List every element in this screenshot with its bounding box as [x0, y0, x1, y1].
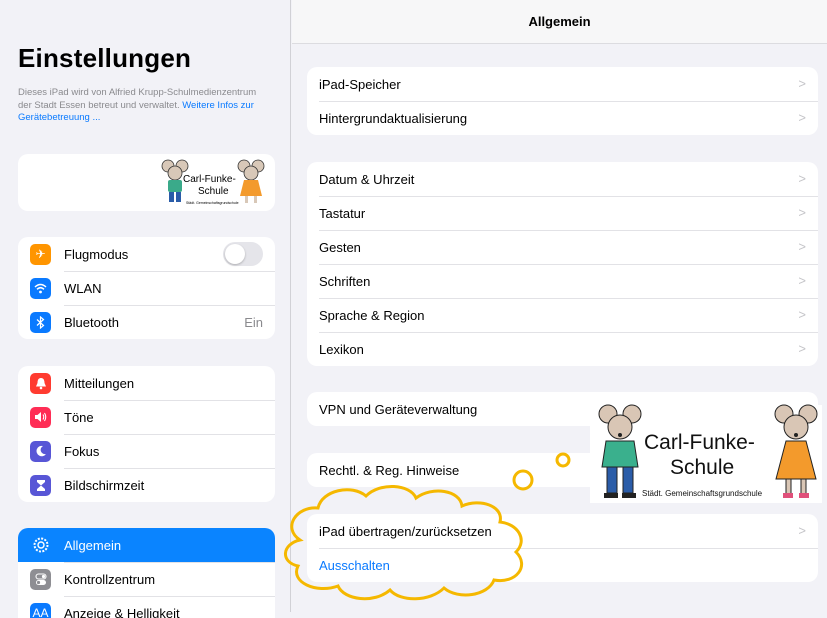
management-description: Dieses iPad wird von Alfried Krupp-Schul… — [18, 87, 268, 125]
system-group: Allgemein Kontrollzentrum AA Anzeige & H… — [18, 528, 275, 618]
airplane-icon: ✈ — [30, 244, 51, 265]
shutdown-button[interactable]: Ausschalten — [307, 548, 818, 582]
sidebar-item-label: Töne — [64, 410, 275, 425]
list-item-label: Lexikon — [319, 342, 364, 357]
sidebar: Einstellungen Dieses iPad wird von Alfri… — [0, 0, 291, 612]
shutdown-label: Ausschalten — [319, 558, 390, 573]
sidebar-item-label: Flugmodus — [64, 247, 223, 262]
sidebar-item-flugmodus[interactable]: ✈ Flugmodus — [18, 237, 275, 271]
sidebar-title: Einstellungen — [18, 43, 191, 74]
sidebar-item-label: Mitteilungen — [64, 376, 275, 391]
logo-text-line1: Carl-Funke- — [183, 174, 236, 185]
page-title: Allgemein — [292, 14, 827, 29]
switches-icon — [30, 569, 51, 590]
chevron-right-icon: > — [798, 205, 806, 220]
reset-group: iPad übertragen/zurücksetzen > Ausschalte… — [307, 514, 818, 582]
sidebar-item-label: Allgemein — [64, 538, 275, 553]
list-item-label: Schriften — [319, 274, 370, 289]
school-logo: Carl-Funke- Schule Städt. Gemeinschaftsg… — [18, 154, 275, 211]
list-item-sprache-region[interactable]: Sprache & Region > — [307, 298, 818, 332]
list-item-label: Sprache & Region — [319, 308, 425, 323]
sidebar-item-anzeige[interactable]: AA Anzeige & Helligkeit — [18, 596, 275, 618]
gear-icon — [30, 535, 51, 556]
list-item-hintergrundaktualisierung[interactable]: Hintergrundaktualisierung > — [307, 101, 818, 135]
sidebar-item-label: Bildschirmzeit — [64, 478, 275, 493]
list-item-rechtl-hinweise[interactable]: Rechtl. & Reg. Hinweise > — [307, 453, 818, 487]
chevron-right-icon: > — [798, 239, 806, 254]
sidebar-item-label: Bluetooth — [64, 315, 244, 330]
main-panel: Allgemein iPad-Speicher > Hintergrundaktu… — [292, 0, 827, 612]
school-logo-card: Carl-Funke- Schule Städt. Gemeinschaftsg… — [18, 154, 275, 211]
sidebar-item-toene[interactable]: Töne — [18, 400, 275, 434]
brightness-icon: AA — [30, 603, 51, 618]
chevron-right-icon: > — [798, 307, 806, 322]
list-item-datum-uhrzeit[interactable]: Datum & Uhrzeit > — [307, 162, 818, 196]
notifications-group: Mitteilungen Töne Fokus Bildschirmzeit — [18, 366, 275, 502]
list-item-label: VPN und Geräteverwaltung — [319, 402, 477, 417]
sidebar-item-kontrollzentrum[interactable]: Kontrollzentrum — [18, 562, 275, 596]
chevron-right-icon: > — [798, 401, 806, 416]
sidebar-item-wlan[interactable]: WLAN — [18, 271, 275, 305]
storage-group: iPad-Speicher > Hintergrundaktualisierung… — [307, 67, 818, 135]
chevron-right-icon: > — [798, 110, 806, 125]
chevron-right-icon: > — [798, 76, 806, 91]
sidebar-item-label: Fokus — [64, 444, 275, 459]
chevron-right-icon: > — [798, 273, 806, 288]
list-item-tastatur[interactable]: Tastatur > — [307, 196, 818, 230]
sidebar-item-bildschirmzeit[interactable]: Bildschirmzeit — [18, 468, 275, 502]
moon-icon — [30, 441, 51, 462]
speaker-icon — [30, 407, 51, 428]
vpn-group: VPN und Geräteverwaltung > — [307, 392, 818, 426]
bluetooth-icon — [30, 312, 51, 333]
sidebar-item-fokus[interactable]: Fokus — [18, 434, 275, 468]
sidebar-item-label: WLAN — [64, 281, 275, 296]
logo-text-line2: Schule — [198, 186, 229, 197]
list-item-lexikon[interactable]: Lexikon > — [307, 332, 818, 366]
list-item-label: Rechtl. & Reg. Hinweise — [319, 463, 459, 478]
sidebar-item-label: Kontrollzentrum — [64, 572, 275, 587]
wifi-icon — [30, 278, 51, 299]
list-item-label: iPad übertragen/zurücksetzen — [319, 524, 492, 539]
list-item-label: Gesten — [319, 240, 361, 255]
list-item-label: Tastatur — [319, 206, 365, 221]
airplane-mode-toggle[interactable] — [223, 242, 263, 266]
logo-sub-text: Städt. Gemeinschaftsgrundschule — [186, 201, 239, 205]
chevron-right-icon: > — [798, 523, 806, 538]
bluetooth-status: Ein — [244, 315, 263, 330]
locale-group: Datum & Uhrzeit > Tastatur > Gesten > Schri… — [307, 162, 818, 366]
list-item-schriften[interactable]: Schriften > — [307, 264, 818, 298]
sidebar-item-bluetooth[interactable]: Bluetooth Ein — [18, 305, 275, 339]
hourglass-icon — [30, 475, 51, 496]
legal-group: Rechtl. & Reg. Hinweise > — [307, 453, 818, 487]
chevron-right-icon: > — [798, 341, 806, 356]
list-item-label: Datum & Uhrzeit — [319, 172, 414, 187]
bell-icon — [30, 373, 51, 394]
sidebar-item-allgemein[interactable]: Allgemein — [18, 528, 275, 562]
list-item-label: Hintergrundaktualisierung — [319, 111, 467, 126]
chevron-right-icon: > — [798, 462, 806, 477]
sidebar-item-mitteilungen[interactable]: Mitteilungen — [18, 366, 275, 400]
list-item-vpn-geraeteverwaltung[interactable]: VPN und Geräteverwaltung > — [307, 392, 818, 426]
list-item-gesten[interactable]: Gesten > — [307, 230, 818, 264]
list-item-ipad-speicher[interactable]: iPad-Speicher > — [307, 67, 818, 101]
list-item-ipad-uebertragen[interactable]: iPad übertragen/zurücksetzen > — [307, 514, 818, 548]
chevron-right-icon: > — [798, 171, 806, 186]
list-item-label: iPad-Speicher — [319, 77, 401, 92]
connectivity-group: ✈ Flugmodus WLAN Bluetooth Ein — [18, 237, 275, 339]
